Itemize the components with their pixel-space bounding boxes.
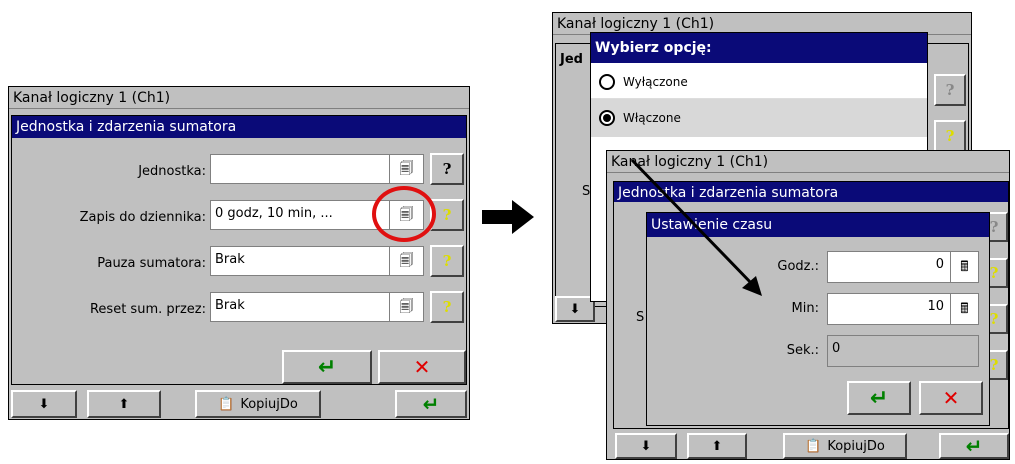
reset-field[interactable]: Brak 🗐: [210, 292, 424, 322]
reset-value: Brak: [215, 298, 245, 313]
help-button[interactable]: ?: [934, 74, 966, 106]
help-icon: ?: [442, 160, 452, 178]
hours-value: 0: [935, 257, 944, 272]
scroll-up-icon: ⬆: [118, 396, 130, 412]
left-window: Kanał logiczny 1 (Ch1) Jednostka i zdarz…: [8, 86, 470, 420]
option-item[interactable]: Wyłączone: [591, 65, 927, 99]
minutes-field[interactable]: 10 🖩: [827, 293, 979, 325]
copy-to-button[interactable]: 📋 KopiujDo: [783, 433, 907, 459]
scroll-up-button[interactable]: ⬆: [87, 390, 161, 418]
enter-icon: ↵: [317, 354, 337, 380]
copy-to-button[interactable]: 📋 KopiujDo: [195, 390, 321, 418]
scroll-down-icon: ⬇: [569, 301, 581, 317]
properties-icon[interactable]: 🗐: [389, 293, 423, 321]
copy-to-label: KopiujDo: [240, 396, 298, 412]
zapis-value: 0 godz, 10 min, ...: [215, 206, 333, 221]
field-label-jednostka: Jednostka:: [138, 164, 206, 179]
copy-icon: 📋: [805, 438, 822, 454]
radio-unchecked-icon: [599, 73, 615, 90]
option-label: Włączone: [623, 111, 681, 125]
enter-icon: ↵: [965, 434, 983, 458]
partial-label: S: [636, 310, 645, 325]
pauza-field[interactable]: Brak 🗐: [210, 246, 424, 276]
close-icon: ✕: [942, 386, 960, 410]
radio-checked-icon: [599, 110, 615, 126]
field-label-pauza: Pauza sumatora:: [97, 256, 206, 271]
help-icon: ?: [989, 264, 999, 282]
help-button[interactable]: ?: [430, 245, 464, 277]
enter-toolbar-button[interactable]: ↵: [395, 390, 467, 418]
help-icon: ?: [989, 356, 999, 374]
seconds-value: 0: [832, 341, 841, 356]
ok-button[interactable]: ↵: [282, 350, 372, 384]
option-item-selected[interactable]: Włączone: [591, 99, 927, 137]
properties-icon[interactable]: 🗐: [389, 155, 423, 183]
dialog-title: Jednostka i zdarzenia sumatora: [12, 116, 466, 138]
calculator-icon[interactable]: 🖩: [950, 252, 978, 282]
connector-arrow: [630, 158, 762, 296]
scroll-down-button[interactable]: ⬇: [615, 433, 677, 459]
copy-to-label: KopiujDo: [827, 438, 885, 454]
cancel-button[interactable]: ✕: [378, 350, 466, 384]
help-icon: ?: [989, 310, 999, 328]
dialog-panel: Jednostka i zdarzenia sumatora Jednostka…: [11, 115, 467, 385]
scroll-down-icon: ⬇: [640, 438, 652, 454]
help-button[interactable]: ?: [430, 291, 464, 323]
scroll-down-button[interactable]: ⬇: [11, 390, 77, 418]
help-button[interactable]: ?: [934, 120, 966, 152]
help-icon: ?: [945, 81, 955, 99]
help-button[interactable]: ?: [430, 153, 464, 185]
dialog-title: Wybierz opcję:: [591, 33, 927, 63]
highlight-circle: [372, 186, 436, 242]
help-icon: ?: [442, 298, 452, 316]
scroll-up-button[interactable]: ⬆: [687, 433, 747, 459]
arrow-right-icon: [482, 200, 534, 234]
scroll-up-icon: ⬆: [711, 438, 723, 454]
enter-toolbar-button[interactable]: ↵: [939, 433, 1009, 459]
close-icon: ✕: [413, 355, 431, 379]
scroll-down-button[interactable]: ⬇: [555, 296, 595, 322]
help-icon: ?: [442, 206, 452, 224]
enter-icon: ↵: [869, 385, 889, 411]
pauza-value: Brak: [215, 252, 245, 267]
option-label: Wyłączone: [623, 74, 688, 89]
seconds-label: Sek.:: [786, 343, 819, 358]
seconds-field: 0: [827, 335, 979, 367]
field-label-zapis: Zapis do dziennika:: [79, 210, 206, 225]
scroll-down-icon: ⬇: [38, 396, 50, 412]
copy-icon: 📋: [218, 396, 235, 412]
help-icon: ?: [989, 218, 999, 236]
window-title: Kanał logiczny 1 (Ch1): [9, 87, 469, 109]
cancel-button[interactable]: ✕: [919, 381, 983, 415]
jednostka-field[interactable]: 🗐: [210, 154, 424, 184]
enter-icon: ↵: [422, 392, 440, 416]
calculator-icon[interactable]: 🖩: [950, 294, 978, 324]
partial-title: Jed: [560, 52, 583, 67]
ok-button[interactable]: ↵: [847, 381, 911, 415]
help-icon: ?: [945, 127, 955, 145]
help-icon: ?: [442, 252, 452, 270]
field-label-reset: Reset sum. przez:: [89, 302, 206, 317]
minutes-value: 10: [927, 299, 944, 314]
properties-icon[interactable]: 🗐: [389, 247, 423, 275]
hours-field[interactable]: 0 🖩: [827, 251, 979, 283]
